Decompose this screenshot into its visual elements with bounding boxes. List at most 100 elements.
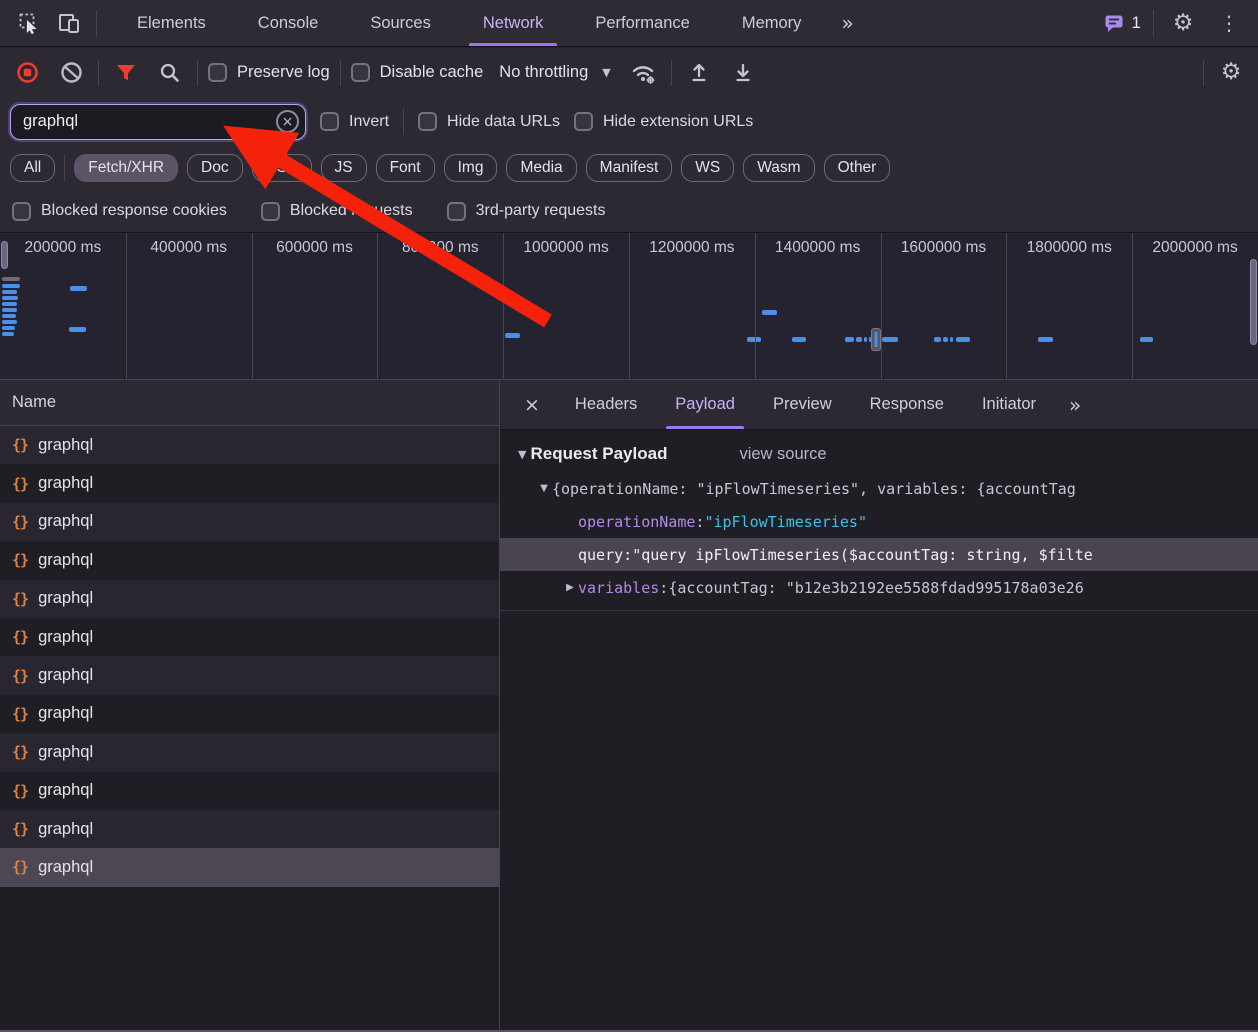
chip-manifest[interactable]: Manifest — [585, 154, 673, 182]
detail-tab-response[interactable]: Response — [851, 380, 963, 429]
fetch-xhr-icon: {} — [12, 820, 29, 839]
detail-tab-payload[interactable]: Payload — [656, 380, 754, 429]
table-row[interactable]: {} graphql — [0, 502, 499, 542]
issues-count: 1 — [1131, 13, 1141, 32]
device-toolbar-icon[interactable] — [52, 6, 86, 40]
network-activity-bar — [956, 337, 970, 342]
timeline-tick-label: 1000000 ms — [523, 239, 609, 256]
view-source-link[interactable]: view source — [739, 445, 826, 464]
expand-triangle-icon[interactable]: ▼ — [536, 483, 552, 494]
request-name: graphql — [38, 857, 94, 876]
issues-counter[interactable]: 1 — [1103, 6, 1141, 40]
network-activity-bar — [2, 314, 16, 318]
hide-data-urls-checkbox[interactable]: Hide data URLs — [418, 112, 560, 131]
tab-sources[interactable]: Sources — [344, 0, 457, 46]
clear-network-log-icon[interactable] — [54, 56, 88, 90]
detail-tab-initiator[interactable]: Initiator — [963, 380, 1055, 429]
record-network-log-icon[interactable] — [10, 56, 44, 90]
payload-segment-sel: query — [578, 545, 624, 564]
timeline-scroll-handle[interactable] — [1250, 259, 1257, 345]
table-row[interactable]: {} graphql — [0, 617, 499, 657]
table-row[interactable]: {} graphql — [0, 579, 499, 618]
clear-filter-icon[interactable]: × — [276, 110, 299, 133]
tab-performance[interactable]: Performance — [569, 0, 715, 46]
expand-triangle-icon[interactable]: ▶ — [562, 582, 578, 593]
search-icon[interactable] — [153, 56, 187, 90]
table-row[interactable]: {} graphql — [0, 694, 499, 734]
checkbox — [12, 201, 31, 221]
payload-tree-row[interactable]: ▶ variables: {accountTag: "b12e3b2192ee55… — [500, 571, 1258, 604]
payload-tree-row[interactable]: query: "query ipFlowTimeseries($accountT… — [500, 538, 1258, 571]
blocked-response-cookies-checkbox[interactable]: Blocked response cookies — [12, 201, 227, 221]
timeline-gridline — [1006, 233, 1007, 379]
collapse-triangle-icon[interactable]: ▼ — [518, 448, 526, 461]
timeline-selected-marker[interactable] — [871, 328, 881, 351]
devtools-window: Elements Console Sources Network Performance… — [0, 0, 1258, 1032]
chip-doc[interactable]: Doc — [187, 154, 243, 182]
chip-wasm[interactable]: Wasm — [743, 154, 815, 182]
network-activity-bar — [2, 332, 14, 336]
timeline-tick-label: 1200000 ms — [649, 239, 735, 256]
tab-console[interactable]: Console — [232, 0, 345, 46]
invert-checkbox[interactable]: Invert — [320, 112, 389, 131]
hide-extension-urls-checkbox[interactable]: Hide extension URLs — [573, 112, 753, 131]
timeline-gridline — [629, 233, 630, 379]
resource-type-chips: All Fetch/XHR Doc CSS JS Font Img Media Manifest… — [0, 146, 1258, 190]
more-detail-tabs-icon[interactable]: » — [1055, 380, 1095, 429]
chip-media[interactable]: Media — [506, 154, 577, 182]
more-tabs-icon[interactable]: » — [827, 0, 867, 46]
network-activity-bar — [2, 284, 20, 288]
chip-all[interactable]: All — [10, 154, 56, 182]
filter-input[interactable] — [11, 112, 305, 131]
timeline-scroll-handle[interactable] — [1, 241, 8, 269]
inspect-element-icon[interactable] — [12, 6, 46, 40]
settings-gear-icon[interactable]: ⚙ — [1166, 6, 1200, 40]
network-activity-bar — [2, 326, 15, 330]
chip-fetch-xhr[interactable]: Fetch/XHR — [74, 154, 179, 182]
network-activity-bar — [792, 337, 806, 342]
preserve-log-checkbox[interactable]: Preserve log — [208, 63, 330, 82]
blocked-requests-checkbox[interactable]: Blocked requests — [260, 201, 413, 221]
chip-ws[interactable]: WS — [681, 154, 735, 182]
network-overview-timeline[interactable]: 200000 ms 400000 ms 600000 ms 800000 ms 1000… — [0, 233, 1258, 380]
table-row[interactable]: {} graphql — [0, 771, 499, 810]
payload-tree-row[interactable]: ▼ {operationName: "ipFlowTimeseries", var… — [500, 472, 1258, 505]
divider — [96, 10, 97, 36]
table-row[interactable]: {} graphql — [0, 733, 499, 772]
kebab-menu-icon[interactable]: ⋮ — [1212, 6, 1246, 40]
request-name: graphql — [38, 819, 94, 838]
network-settings-gear-icon[interactable]: ⚙ — [1214, 56, 1248, 90]
detail-tab-headers[interactable]: Headers — [556, 380, 656, 429]
chip-other[interactable]: Other — [823, 154, 891, 182]
tab-elements[interactable]: Elements — [111, 0, 232, 46]
table-row[interactable]: {} graphql — [0, 809, 499, 849]
payload-tree-row[interactable]: operationName: "ipFlowTimeseries" — [500, 505, 1258, 538]
payload-segment-key: variables — [578, 578, 660, 597]
name-column-header[interactable]: Name — [0, 380, 499, 426]
timeline-tick-label: 1400000 ms — [775, 239, 861, 256]
disable-cache-checkbox[interactable]: Disable cache — [350, 63, 483, 82]
export-har-icon[interactable] — [726, 56, 760, 90]
close-details-icon[interactable]: × — [508, 380, 556, 429]
table-row[interactable]: {} graphql — [0, 656, 499, 695]
divider — [403, 108, 405, 135]
tab-memory[interactable]: Memory — [716, 0, 828, 46]
chip-font[interactable]: Font — [375, 154, 435, 182]
fetch-xhr-icon: {} — [12, 781, 29, 800]
filter-funnel-icon[interactable] — [109, 56, 143, 90]
table-row[interactable]: {} graphql — [0, 541, 499, 580]
table-row[interactable]: {} graphql — [0, 464, 499, 503]
detail-tab-preview[interactable]: Preview — [754, 380, 851, 429]
throttling-select[interactable]: No throttling ▼ — [493, 63, 616, 82]
third-party-requests-checkbox[interactable]: 3rd-party requests — [446, 201, 605, 221]
network-conditions-icon[interactable] — [627, 56, 661, 90]
table-row[interactable]: {} graphql — [0, 426, 499, 465]
chip-js[interactable]: JS — [320, 154, 367, 182]
import-har-icon[interactable] — [682, 56, 716, 90]
network-activity-bar — [1038, 337, 1053, 342]
tab-network[interactable]: Network — [457, 0, 570, 46]
payload-segment-sel: "query ipFlowTimeseries($accountTag: str… — [632, 545, 1093, 564]
chip-css[interactable]: CSS — [251, 154, 312, 182]
table-row[interactable]: {} graphql — [0, 848, 499, 887]
chip-img[interactable]: Img — [443, 154, 498, 182]
